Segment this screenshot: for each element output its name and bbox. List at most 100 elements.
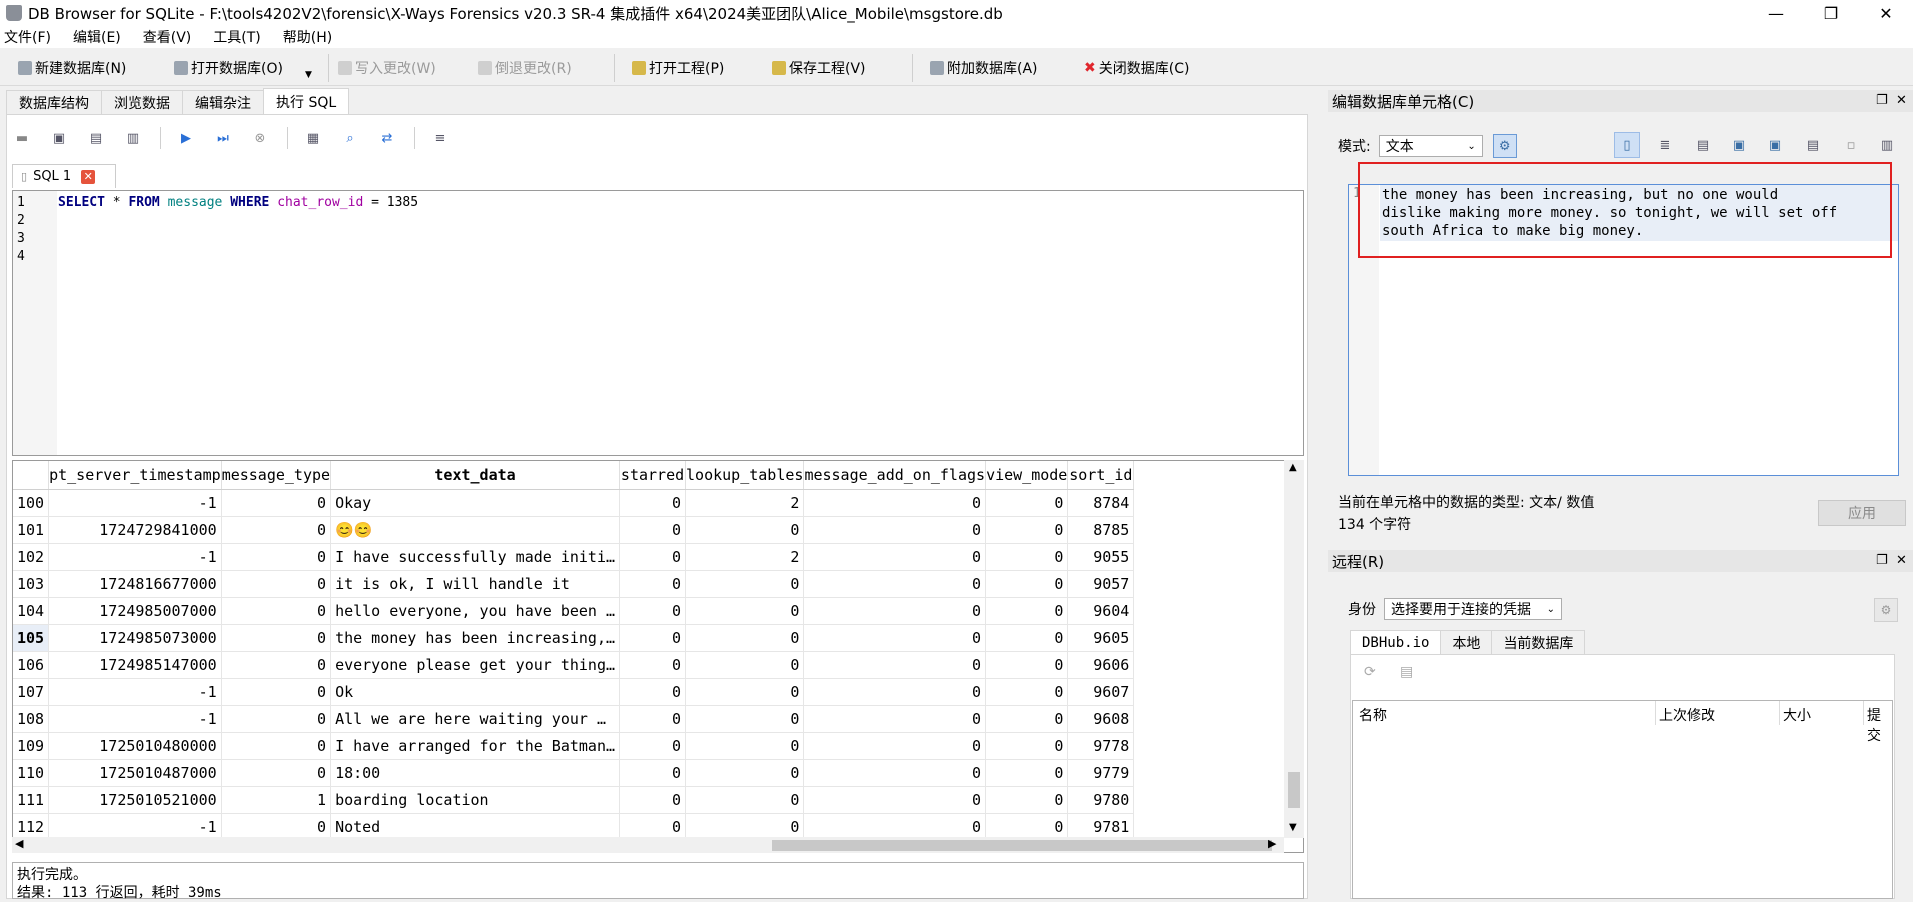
row-number[interactable]: 110: [13, 759, 50, 787]
scroll-right-icon[interactable]: ▶: [1268, 837, 1276, 850]
cell-sort-id[interactable]: 9604: [1067, 597, 1135, 625]
vertical-scroll-thumb[interactable]: [1288, 772, 1300, 808]
cell-lookup-tables[interactable]: 2: [685, 543, 805, 571]
cell-view-mode[interactable]: 0: [985, 570, 1069, 598]
sql-editor-tab[interactable]: ▯ SQL 1 ✕: [12, 164, 116, 188]
cell-text-data[interactable]: 😊😊: [330, 516, 621, 544]
apply-button[interactable]: 应用: [1818, 500, 1906, 526]
row-number[interactable]: 105: [13, 624, 50, 652]
cell-starred[interactable]: 0: [619, 678, 687, 706]
column-header[interactable]: starred: [619, 461, 687, 490]
open-sql-icon[interactable]: ▣: [49, 128, 69, 148]
save-sql-icon[interactable]: ▤: [86, 128, 106, 148]
dropdown-arrow-icon[interactable]: ▼: [305, 70, 312, 80]
column-header[interactable]: message_add_on_flags: [803, 461, 987, 490]
close-dock-icon[interactable]: ✕: [1896, 553, 1907, 568]
cell-message-type[interactable]: 0: [221, 570, 332, 598]
save-file-icon[interactable]: ▤: [1800, 132, 1826, 158]
menu-tools[interactable]: 工具(T): [213, 27, 260, 47]
column-header[interactable]: sort_id: [1067, 461, 1135, 490]
cell-view-mode[interactable]: 0: [985, 678, 1069, 706]
word-wrap-icon[interactable]: ▯: [1614, 132, 1640, 158]
close-database-button[interactable]: ✖ 关闭数据库(C): [1084, 57, 1189, 79]
cell-starred[interactable]: 0: [619, 543, 687, 571]
mode-select[interactable]: 文本 ⌄: [1378, 135, 1483, 157]
cell-lookup-tables[interactable]: 0: [685, 516, 805, 544]
cell-view-mode[interactable]: 0: [985, 732, 1069, 760]
cell-lookup-tables[interactable]: 0: [685, 759, 805, 787]
comment-icon[interactable]: ≡: [430, 128, 450, 148]
cell-lookup-tables[interactable]: 0: [685, 597, 805, 625]
close-button[interactable]: ✕: [1863, 0, 1909, 26]
auto-switch-mode-icon[interactable]: ⚙: [1492, 134, 1517, 158]
menu-view[interactable]: 查看(V): [143, 27, 192, 47]
cell-text-data[interactable]: 18:00: [330, 759, 621, 787]
cell-view-mode[interactable]: 0: [985, 813, 1069, 841]
cell-text-data[interactable]: everyone please get your thing…: [330, 651, 621, 679]
column-header[interactable]: message_type: [221, 461, 332, 490]
print-cell-icon[interactable]: ▥: [1874, 132, 1900, 158]
attach-database-button[interactable]: 附加数据库(A): [930, 57, 1038, 79]
minimize-button[interactable]: —: [1753, 0, 1799, 26]
row-number[interactable]: 108: [13, 705, 50, 733]
vertical-scrollbar[interactable]: ▲ ▼: [1284, 460, 1304, 838]
cell-sort-id[interactable]: 8784: [1067, 489, 1135, 517]
cell-sort-id[interactable]: 9781: [1067, 813, 1135, 841]
cell-add-on-flags[interactable]: 0: [803, 732, 987, 760]
cell-lookup-tables[interactable]: 0: [685, 651, 805, 679]
menu-edit[interactable]: 编辑(E): [73, 27, 121, 47]
cell-timestamp[interactable]: 1725010521000: [48, 786, 222, 814]
cell-view-mode[interactable]: 0: [985, 543, 1069, 571]
table-row[interactable]: 112 -1 0 Noted 0 0 0 0 9781: [13, 813, 1135, 841]
null-icon[interactable]: ▫: [1838, 132, 1864, 158]
cell-starred[interactable]: 0: [619, 759, 687, 787]
cell-text-data[interactable]: the money has been increasing,…: [330, 624, 621, 652]
row-number[interactable]: 100: [13, 489, 50, 517]
row-number[interactable]: 106: [13, 651, 50, 679]
cell-text-data[interactable]: I have arranged for the Batman…: [330, 732, 621, 760]
cell-lookup-tables[interactable]: 0: [685, 786, 805, 814]
cell-message-type[interactable]: 0: [221, 732, 332, 760]
cell-sort-id[interactable]: 9780: [1067, 786, 1135, 814]
find-replace-icon[interactable]: ⇄: [377, 128, 397, 148]
table-row[interactable]: 101 1724729841000 0 😊😊 0 0 0 0 8785: [13, 516, 1135, 544]
table-row[interactable]: 104 1724985007000 0 hello everyone, you hav…: [13, 597, 1135, 625]
cell-lookup-tables[interactable]: 0: [685, 678, 805, 706]
tab-edit-pragmas[interactable]: 编辑杂注: [182, 90, 264, 114]
cell-view-mode[interactable]: 0: [985, 516, 1069, 544]
column-header[interactable]: 大小: [1783, 705, 1811, 725]
format-icon[interactable]: ≣: [1652, 132, 1678, 158]
print-icon[interactable]: ▥: [123, 128, 143, 148]
find-icon[interactable]: ⌕: [340, 128, 360, 148]
cell-add-on-flags[interactable]: 0: [803, 678, 987, 706]
cell-timestamp[interactable]: -1: [48, 678, 222, 706]
cell-timestamp[interactable]: 1724985073000: [48, 624, 222, 652]
cell-view-mode[interactable]: 0: [985, 489, 1069, 517]
table-row[interactable]: 110 1725010487000 0 18:00 0 0 0 0 9779: [13, 759, 1135, 787]
cell-add-on-flags[interactable]: 0: [803, 624, 987, 652]
settings-icon[interactable]: ⚙: [1874, 598, 1898, 622]
cell-timestamp[interactable]: -1: [48, 813, 222, 841]
save-results-icon[interactable]: ▦: [303, 128, 323, 148]
cell-text-data[interactable]: All we are here waiting your …: [330, 705, 621, 733]
cell-view-mode[interactable]: 0: [985, 597, 1069, 625]
column-header[interactable]: 提交: [1867, 705, 1892, 745]
cell-timestamp[interactable]: -1: [48, 543, 222, 571]
scroll-left-icon[interactable]: ◀: [15, 837, 23, 850]
identity-select[interactable]: 选择要用于连接的凭据 ⌄: [1384, 598, 1562, 620]
refresh-icon[interactable]: ⟳: [1364, 664, 1376, 680]
cell-view-mode[interactable]: 0: [985, 651, 1069, 679]
cell-starred[interactable]: 0: [619, 786, 687, 814]
table-row[interactable]: 103 1724816677000 0 it is ok, I will handle…: [13, 570, 1135, 598]
cell-sort-id[interactable]: 9057: [1067, 570, 1135, 598]
row-number[interactable]: 102: [13, 543, 50, 571]
cell-sort-id[interactable]: 9779: [1067, 759, 1135, 787]
cell-view-mode[interactable]: 0: [985, 786, 1069, 814]
cell-timestamp[interactable]: 1724729841000: [48, 516, 222, 544]
cell-message-type[interactable]: 0: [221, 624, 332, 652]
cell-sort-id[interactable]: 8785: [1067, 516, 1135, 544]
cell-starred[interactable]: 0: [619, 732, 687, 760]
cell-view-mode[interactable]: 0: [985, 705, 1069, 733]
cell-timestamp[interactable]: 1725010480000: [48, 732, 222, 760]
cell-timestamp[interactable]: -1: [48, 489, 222, 517]
